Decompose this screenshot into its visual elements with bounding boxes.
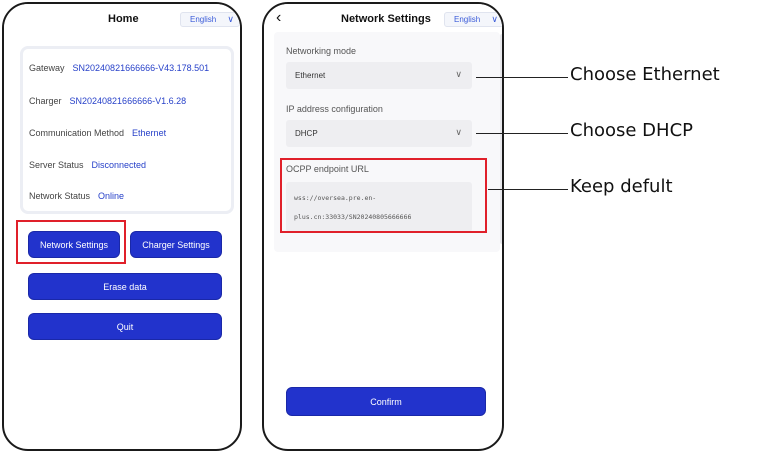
info-value: SN20240821666666-V43.178.501	[72, 63, 210, 73]
chevron-down-icon: ∨	[455, 127, 462, 137]
networking-mode-select[interactable]: Ethernet ∨	[286, 62, 472, 89]
charger-settings-button[interactable]: Charger Settings	[130, 231, 222, 258]
info-row-charger: Charger SN20240821666666-V1.6.28	[29, 96, 186, 106]
chevron-down-icon: ∨	[227, 14, 234, 24]
page-title: Network Settings	[341, 13, 431, 25]
language-selector[interactable]: English ∨	[180, 12, 240, 27]
info-label: Communication Method	[29, 128, 125, 138]
confirm-button[interactable]: Confirm	[286, 387, 486, 416]
info-label: Charger	[29, 96, 62, 106]
info-value: Ethernet	[132, 128, 167, 138]
callout-line-default	[488, 189, 568, 190]
network-header: ‹ Network Settings English ∨	[264, 4, 502, 34]
info-value: SN20240821666666-V1.6.28	[69, 96, 187, 106]
back-arrow-icon[interactable]: ‹	[276, 9, 281, 27]
callout-line-dhcp	[476, 133, 568, 134]
callout-choose-dhcp: Choose DHCP	[570, 120, 693, 141]
info-row-network-status: Network Status Online	[29, 191, 124, 201]
callout-keep-default: Keep defult	[570, 176, 673, 197]
info-label: Network Status	[29, 191, 91, 201]
chevron-down-icon: ∨	[491, 14, 498, 24]
info-row-communication: Communication Method Ethernet	[29, 128, 166, 138]
info-row-server-status: Server Status Disconnected	[29, 160, 146, 170]
language-value: English	[454, 15, 481, 24]
info-label: Server Status	[29, 160, 84, 170]
ip-config-select[interactable]: DHCP ∨	[286, 120, 472, 147]
language-selector[interactable]: English ∨	[444, 12, 502, 27]
quit-button[interactable]: Quit	[28, 313, 222, 340]
device-info-card: Gateway SN20240821666666-V43.178.501 Char…	[20, 46, 234, 214]
language-value: English	[190, 15, 217, 24]
callout-line-ethernet	[476, 77, 568, 78]
networking-mode-value: Ethernet	[295, 71, 326, 80]
ip-config-label: IP address configuration	[286, 104, 383, 114]
info-label: Gateway	[29, 63, 65, 73]
erase-data-button[interactable]: Erase data	[28, 273, 222, 300]
info-value: Online	[98, 191, 125, 201]
info-value: Disconnected	[91, 160, 147, 170]
callout-choose-ethernet: Choose Ethernet	[570, 64, 720, 85]
ocpp-url-highlight	[280, 158, 487, 233]
scrollbar[interactable]	[500, 34, 502, 244]
info-row-gateway: Gateway SN20240821666666-V43.178.501	[29, 63, 209, 73]
ip-config-value: DHCP	[295, 129, 318, 138]
chevron-down-icon: ∨	[455, 69, 462, 79]
networking-mode-label: Networking mode	[286, 46, 357, 56]
page-title: Home	[108, 13, 139, 25]
home-header: Home English ∨	[4, 4, 240, 34]
network-settings-highlight	[16, 220, 126, 264]
